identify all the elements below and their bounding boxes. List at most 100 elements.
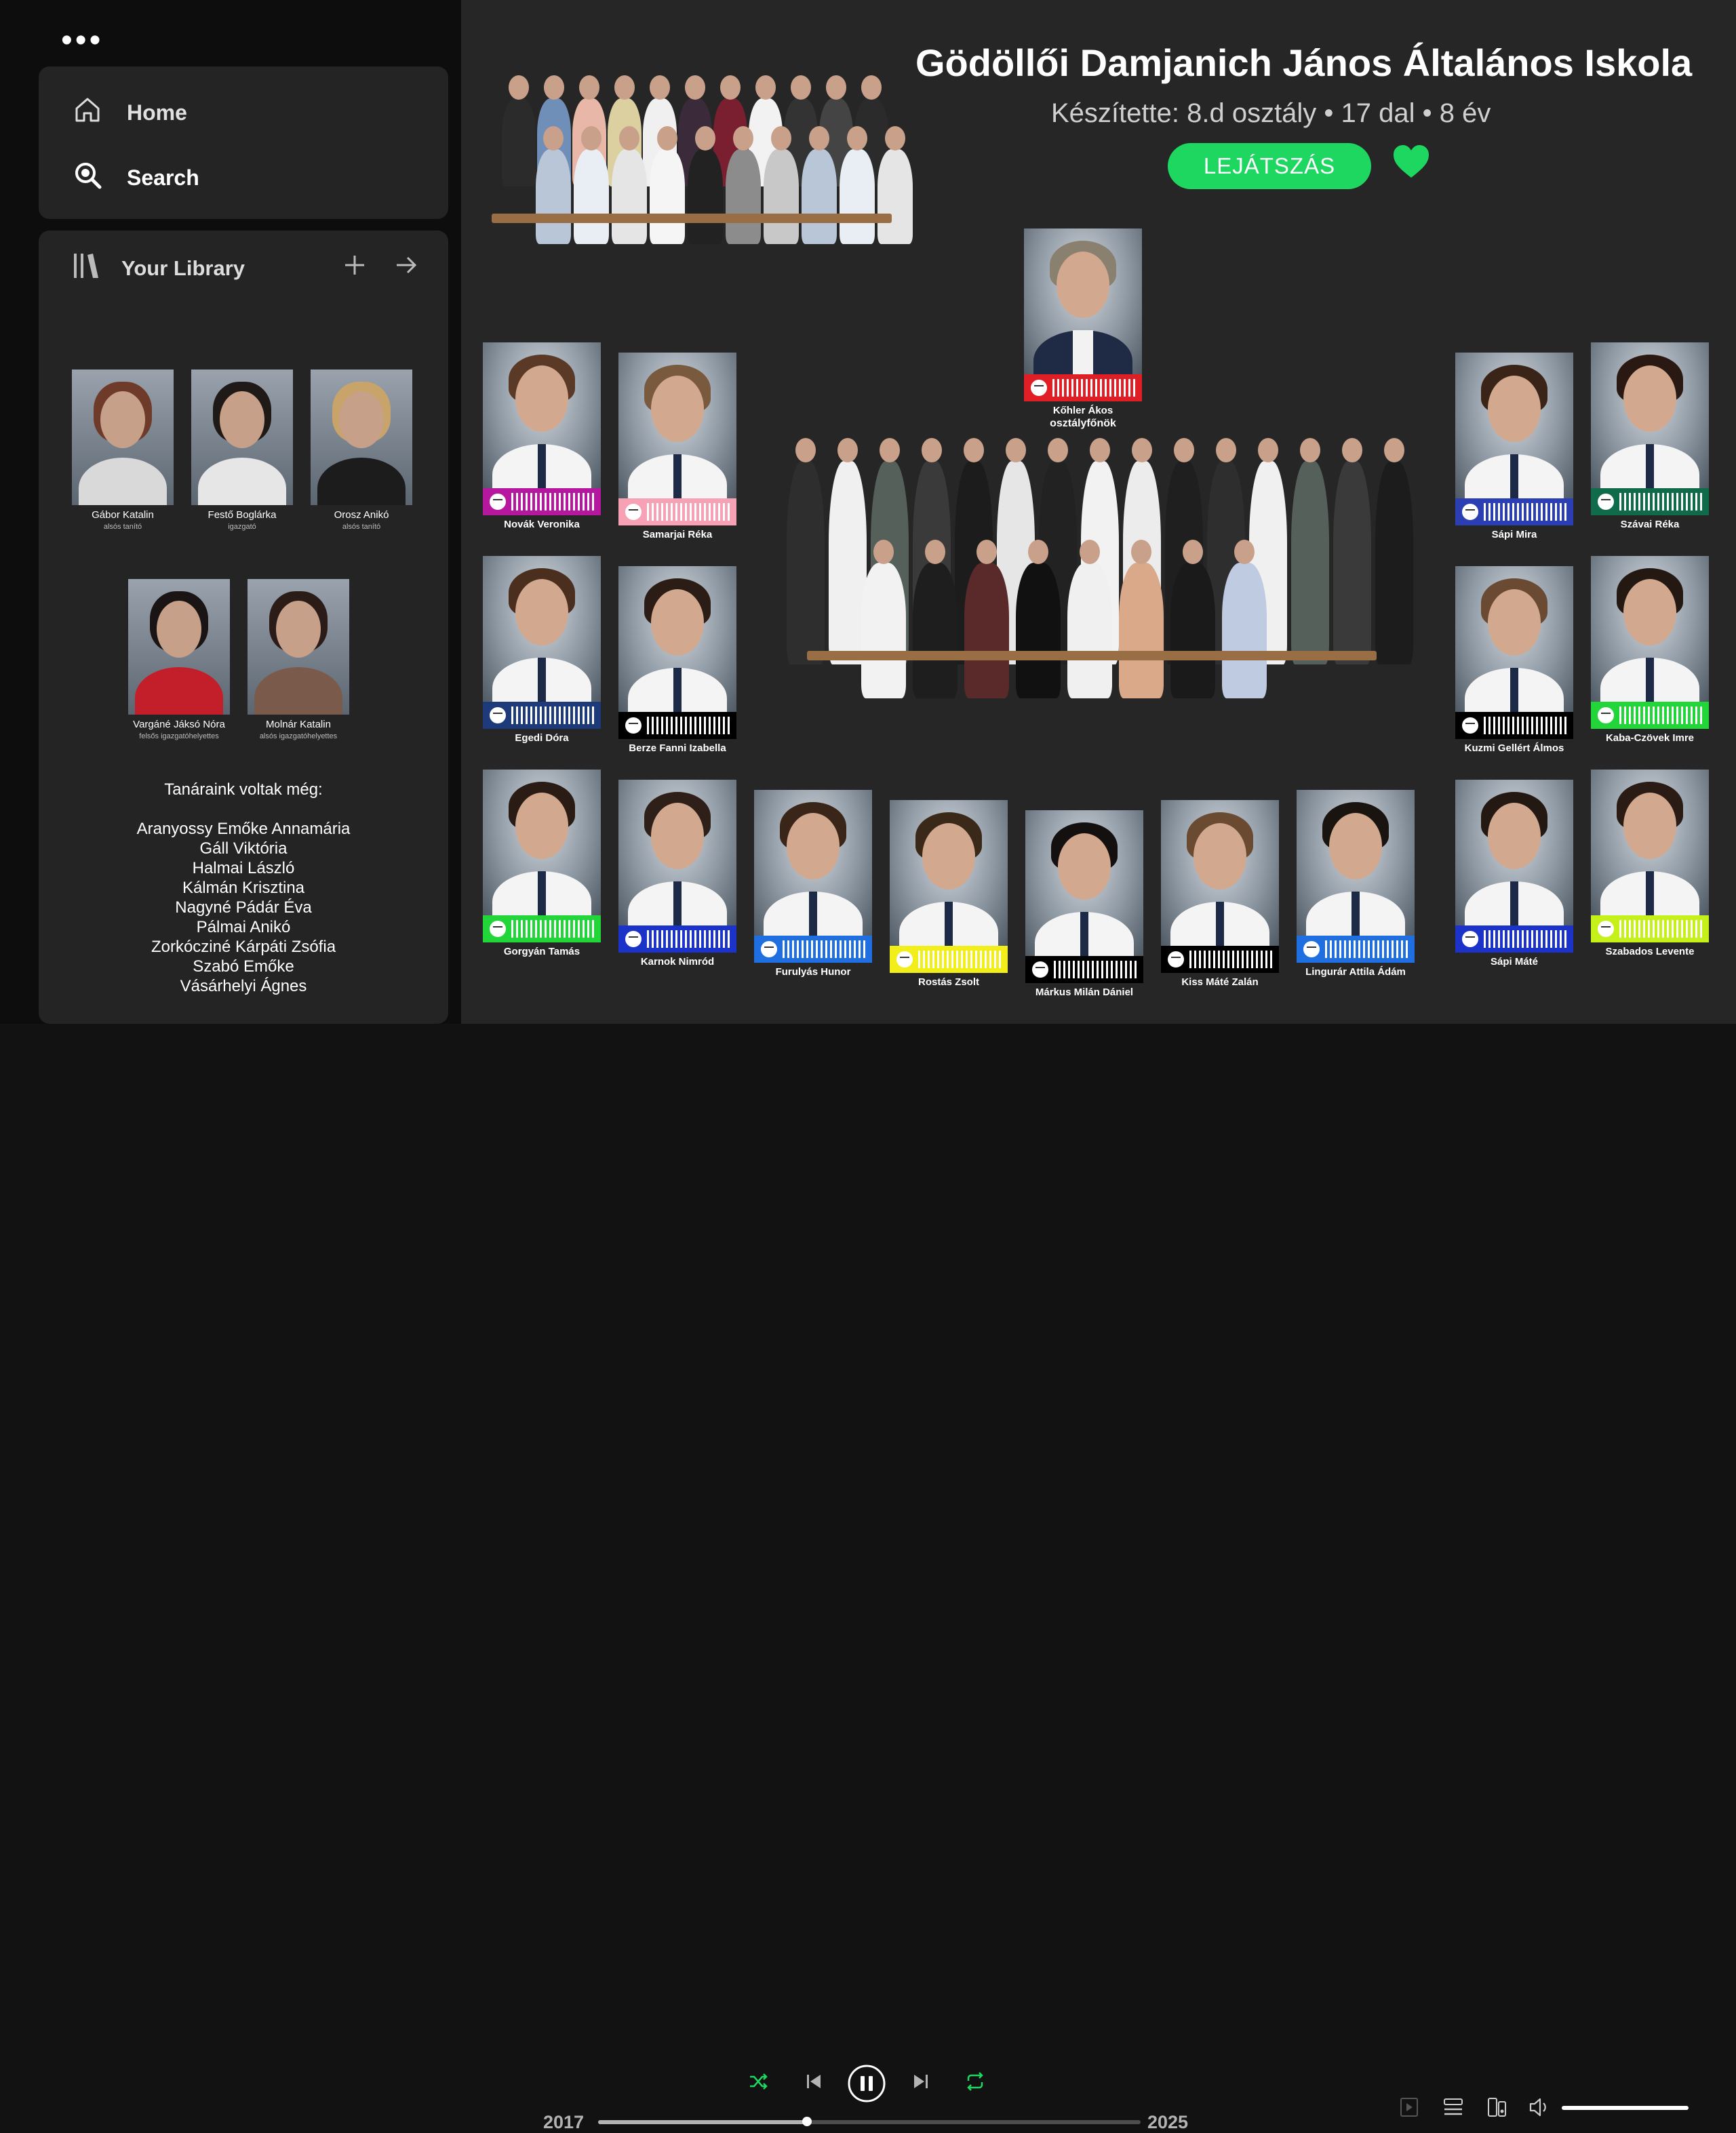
spotify-code[interactable]	[1591, 702, 1709, 729]
staff-card[interactable]: Molnár Katalin alsós igazgatóhelyettes	[248, 579, 349, 740]
staff-role: alsós igazgatóhelyettes	[259, 732, 338, 740]
staff-name: Gábor Katalin	[92, 509, 154, 521]
menu-dots-button[interactable]: •••	[61, 24, 103, 57]
group-figure	[802, 126, 837, 244]
nav-home-label: Home	[127, 100, 187, 125]
staff-photo	[72, 370, 174, 505]
student-portrait[interactable]: Kuzmi Gellért Álmos	[1455, 566, 1573, 754]
staff-role: felsős igazgatóhelyettes	[139, 732, 219, 740]
group-figure	[612, 126, 647, 244]
pause-button[interactable]	[848, 2065, 886, 2106]
bench	[492, 214, 892, 223]
portrait-photo	[1591, 342, 1709, 488]
portrait-photo	[1297, 790, 1415, 936]
portrait-name: Sápi Mira	[1491, 529, 1537, 540]
nav-home[interactable]: Home	[73, 95, 187, 130]
total-time: 2025	[1147, 2112, 1189, 2132]
group-figure	[861, 540, 906, 698]
queue-icon[interactable]	[1442, 2096, 1464, 2121]
spotify-code[interactable]	[1455, 712, 1573, 739]
spotify-code[interactable]	[1591, 488, 1709, 515]
spotify-code[interactable]	[618, 498, 736, 525]
progress-fill	[598, 2120, 807, 2124]
volume-icon[interactable]	[1528, 2096, 1552, 2121]
portrait-photo	[483, 342, 601, 488]
staff-card[interactable]: Gábor Katalin alsós tanító	[72, 370, 174, 531]
student-portrait[interactable]: Novák Veronika	[483, 342, 601, 530]
plus-icon[interactable]	[343, 254, 366, 280]
student-portrait[interactable]: Gorgyán Tamás	[483, 770, 601, 957]
spotify-code[interactable]	[1591, 915, 1709, 942]
portrait-name: Karnok Nimród	[640, 956, 715, 968]
student-portrait[interactable]: Rostás Zsolt	[890, 800, 1008, 988]
staff-card[interactable]: Festő Boglárka igazgató	[191, 370, 293, 531]
spotify-code[interactable]	[618, 712, 736, 739]
student-portrait[interactable]: Lingurár Attila Ádám	[1297, 790, 1415, 978]
spotify-code[interactable]	[1161, 946, 1279, 973]
library-label: Your Library	[121, 256, 245, 280]
staff-role: alsós tanító	[342, 523, 381, 531]
spotify-code[interactable]	[483, 915, 601, 942]
progress-handle[interactable]	[802, 2117, 812, 2126]
now-playing-view-icon[interactable]	[1399, 2096, 1419, 2121]
group-figure	[1375, 438, 1413, 664]
portrait-name: Berze Fanni Izabella	[629, 742, 726, 754]
spotify-code[interactable]	[1297, 936, 1415, 963]
student-portrait[interactable]: Samarjai Réka	[618, 353, 736, 540]
class-group-photo	[773, 407, 1424, 719]
group-figure	[1067, 540, 1112, 698]
spotify-code[interactable]	[1025, 956, 1143, 983]
spotify-code[interactable]	[1455, 498, 1573, 525]
portrait-photo	[1455, 566, 1573, 712]
library-icon	[71, 251, 101, 286]
spotify-code[interactable]	[754, 936, 872, 963]
spotify-icon	[490, 494, 506, 510]
student-portrait[interactable]: Furulyás Hunor	[754, 790, 872, 978]
spotify-code[interactable]	[618, 925, 736, 953]
student-portrait[interactable]: Sápi Máté	[1455, 780, 1573, 968]
shuffle-icon[interactable]	[748, 2071, 768, 2095]
spotify-icon	[1031, 380, 1047, 396]
connect-device-icon[interactable]	[1486, 2096, 1507, 2121]
spotify-code[interactable]	[483, 488, 601, 515]
staff-role: igazgató	[228, 523, 256, 531]
nav-search[interactable]: Search	[73, 160, 199, 195]
student-portrait[interactable]: Kaba-Czövek Imre	[1591, 556, 1709, 744]
student-portrait[interactable]: Szabados Levente	[1591, 770, 1709, 957]
arrow-right-icon[interactable]	[395, 254, 418, 280]
former-teachers-title: Tanáraink voltak még:	[164, 780, 323, 799]
former-teachers-list: Aranyossy Emőke Annamária Gáll Viktória Ha…	[39, 819, 448, 996]
portrait-photo	[618, 780, 736, 925]
library-button[interactable]: Your Library	[71, 251, 245, 286]
student-portrait[interactable]: Sápi Mira	[1455, 353, 1573, 540]
play-button[interactable]: LEJÁTSZÁS	[1168, 143, 1371, 189]
repeat-icon[interactable]	[965, 2071, 985, 2095]
volume-slider[interactable]	[1562, 2106, 1689, 2110]
volume-fill	[1562, 2106, 1689, 2110]
group-figure	[840, 126, 875, 244]
student-portrait[interactable]: Márkus Milán Dániel	[1025, 810, 1143, 998]
next-icon[interactable]	[911, 2071, 931, 2095]
student-portrait[interactable]: Egedi Dóra	[483, 556, 601, 744]
portrait-name: Szávai Réka	[1620, 519, 1680, 530]
spotify-icon	[490, 707, 506, 723]
nav-panel: Home Search	[39, 66, 448, 219]
staff-card[interactable]: Orosz Anikó alsós tanító	[311, 370, 412, 531]
portrait-name: Kaba-Czövek Imre	[1605, 732, 1695, 744]
staff-card[interactable]: Vargáné Jáksó Nóra felsős igazgatóhelyet…	[128, 579, 230, 740]
student-portrait[interactable]: Szávai Réka	[1591, 342, 1709, 530]
progress-bar[interactable]	[598, 2117, 1141, 2126]
heart-icon[interactable]	[1392, 144, 1430, 182]
head-teacher-portrait[interactable]: Kőhler Ákos osztályfőnök	[1024, 228, 1142, 430]
spotify-code[interactable]	[483, 702, 601, 729]
student-portrait[interactable]: Berze Fanni Izabella	[618, 566, 736, 754]
previous-icon[interactable]	[804, 2071, 824, 2095]
portrait-photo	[483, 556, 601, 702]
spotify-code[interactable]	[890, 946, 1008, 973]
staff-role: alsós tanító	[103, 523, 142, 531]
student-portrait[interactable]: Karnok Nimród	[618, 780, 736, 968]
portrait-name: Sápi Máté	[1490, 956, 1539, 968]
student-portrait[interactable]: Kiss Máté Zalán	[1161, 800, 1279, 988]
spotify-code[interactable]	[1455, 925, 1573, 953]
spotify-code[interactable]	[1024, 374, 1142, 401]
